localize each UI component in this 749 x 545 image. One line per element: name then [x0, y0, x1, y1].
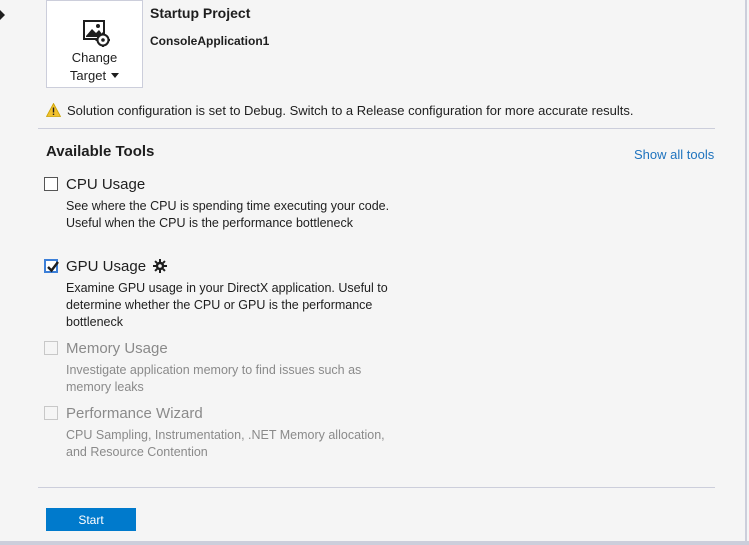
- tool-description: Examine GPU usage in your DirectX applic…: [66, 281, 388, 329]
- tool-memory-usage: Memory Usage Investigate application mem…: [44, 338, 404, 396]
- warning-icon: [46, 103, 61, 117]
- expand-arrow-icon[interactable]: [0, 10, 6, 20]
- chevron-down-icon: [111, 73, 120, 78]
- show-all-tools-link[interactable]: Show all tools: [634, 147, 714, 162]
- tool-description: Investigate application memory to find i…: [66, 363, 362, 394]
- configuration-warning: Solution configuration is set to Debug. …: [46, 101, 634, 119]
- divider-top: [38, 128, 715, 129]
- tool-cpu-usage: CPU Usage See where the CPU is spending …: [44, 174, 404, 232]
- divider-bottom: [38, 487, 715, 488]
- tool-name[interactable]: Memory Usage: [66, 340, 168, 357]
- change-target-line2: Target: [69, 68, 107, 83]
- cpu-usage-checkbox[interactable]: [44, 177, 58, 191]
- gear-icon[interactable]: [153, 259, 168, 273]
- tool-gpu-usage: GPU Usage Examine GPU usage in your Dire…: [44, 256, 404, 331]
- tool-performance-wizard: Performance Wizard CPU Sampling, Instrum…: [44, 403, 404, 461]
- gpu-usage-checkbox[interactable]: [44, 259, 59, 273]
- available-tools-title: Available Tools: [46, 143, 155, 160]
- startup-project-name: ConsoleApplication1: [150, 34, 270, 48]
- tool-name[interactable]: Performance Wizard: [66, 405, 203, 422]
- tool-name[interactable]: CPU Usage: [66, 176, 145, 193]
- change-target-label: Change Target: [47, 49, 142, 85]
- checkmark-icon: [47, 261, 59, 273]
- tool-name[interactable]: GPU Usage: [66, 258, 146, 275]
- change-target-line1: Change: [71, 50, 118, 65]
- image-settings-icon: [83, 20, 110, 47]
- tool-description: CPU Sampling, Instrumentation, .NET Memo…: [66, 428, 385, 459]
- change-target-button[interactable]: Change Target: [46, 0, 143, 88]
- panel-right-border: [745, 0, 747, 545]
- panel-bottom-border: [0, 541, 749, 545]
- memory-usage-checkbox[interactable]: [44, 341, 58, 355]
- startup-project-title: Startup Project: [150, 5, 251, 21]
- warning-text: Solution configuration is set to Debug. …: [67, 102, 634, 118]
- performance-wizard-checkbox[interactable]: [44, 406, 58, 420]
- start-button[interactable]: Start: [46, 508, 136, 531]
- tool-description: See where the CPU is spending time execu…: [66, 199, 390, 230]
